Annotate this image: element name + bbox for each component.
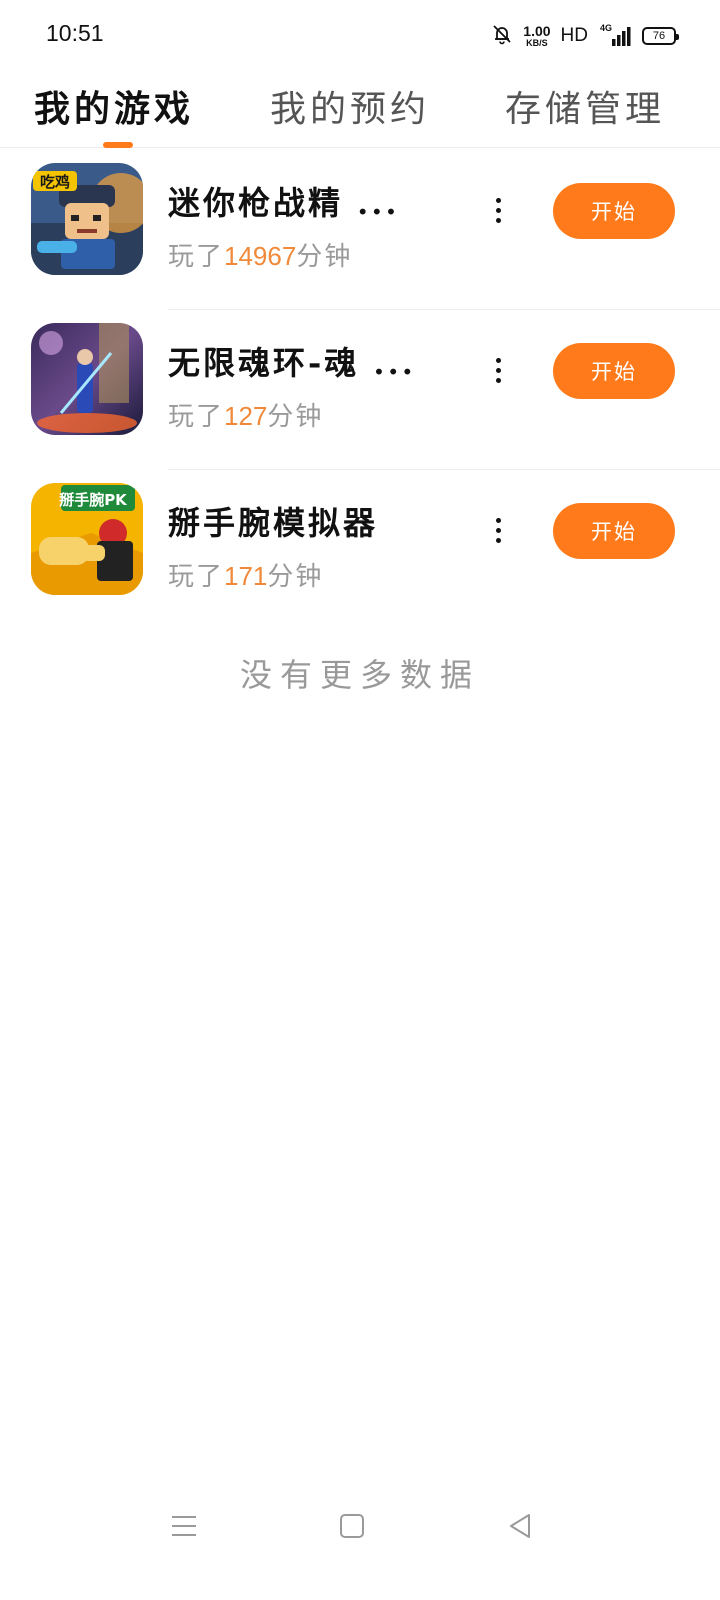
- play-time-suffix: 分钟: [267, 562, 324, 592]
- game-name[interactable]: 迷你枪战精 ...: [168, 178, 400, 224]
- play-time-prefix: 玩了: [168, 242, 225, 272]
- network-speed-unit: KB/S: [526, 38, 548, 48]
- active-tab-indicator: [103, 142, 133, 148]
- dot-icon: [495, 197, 501, 203]
- play-time-minutes: 14967: [224, 241, 297, 271]
- dot-icon: [495, 527, 501, 533]
- more-options-button[interactable]: [486, 512, 510, 548]
- bell-off-icon: [491, 23, 513, 49]
- game-name[interactable]: 掰手腕模拟器: [168, 498, 378, 544]
- game-icon-arm-wrestling-simulator[interactable]: 掰手腕PK: [31, 483, 143, 595]
- play-time-suffix: 分钟: [296, 242, 353, 272]
- play-time: 玩了171分钟: [168, 556, 323, 593]
- signal-icon: 4G: [598, 23, 632, 47]
- start-button[interactable]: 开始: [553, 503, 675, 559]
- game-icon-infinite-soul-ring[interactable]: [31, 323, 143, 435]
- play-time: 玩了127分钟: [168, 396, 323, 433]
- status-time: 10:51: [46, 20, 104, 46]
- system-nav-bar: [0, 1490, 720, 1560]
- game-row[interactable]: 无限魂环-魂 ... 玩了127分钟 开始: [0, 310, 720, 470]
- network-speed-value: 1.00: [523, 23, 551, 39]
- play-time-minutes: 171: [224, 561, 268, 591]
- dot-icon: [495, 537, 501, 543]
- menu-icon[interactable]: [164, 1508, 204, 1544]
- back-icon[interactable]: [500, 1508, 540, 1544]
- dot-icon: [495, 367, 501, 373]
- dot-icon: [495, 517, 501, 523]
- tab-my-games[interactable]: 我的游戏: [34, 80, 194, 132]
- dot-icon: [495, 357, 501, 363]
- start-button[interactable]: 开始: [553, 183, 675, 239]
- game-name[interactable]: 无限魂环-魂 ...: [168, 338, 416, 384]
- play-time: 玩了14967分钟: [168, 236, 352, 273]
- start-button[interactable]: 开始: [553, 343, 675, 399]
- game-row[interactable]: 掰手腕PK 掰手腕模拟器 玩了171分钟 开始: [0, 470, 720, 630]
- game-icon-label: 吃鸡: [40, 173, 70, 191]
- hd-indicator: HD: [560, 25, 588, 46]
- battery-level: 76: [652, 30, 666, 42]
- play-time-suffix: 分钟: [267, 402, 324, 432]
- tab-bar: 我的游戏 我的预约 存储管理: [0, 70, 720, 148]
- game-row[interactable]: 吃鸡 迷你枪战精 ... 玩了14967分钟 开始: [0, 150, 720, 310]
- tab-storage-management[interactable]: 存储管理: [505, 80, 665, 132]
- tab-my-reservations[interactable]: 我的预约: [270, 80, 430, 132]
- status-bar: 10:51 1.00 KB/S HD 4G 76: [0, 0, 720, 70]
- play-time-prefix: 玩了: [168, 402, 225, 432]
- play-time-minutes: 127: [224, 401, 268, 431]
- list-end-text: 没有更多数据: [239, 656, 480, 694]
- game-icon-mini-gun-battle[interactable]: 吃鸡: [31, 163, 143, 275]
- more-options-button[interactable]: [486, 192, 510, 228]
- network-speed: 1.00 KB/S: [523, 24, 550, 48]
- dot-icon: [495, 207, 501, 213]
- more-options-button[interactable]: [486, 352, 510, 388]
- battery-icon: 76: [642, 27, 679, 45]
- game-icon-label: 掰手腕PK: [59, 491, 128, 509]
- home-icon[interactable]: [332, 1508, 372, 1544]
- play-time-prefix: 玩了: [168, 562, 225, 592]
- status-icons: 1.00 KB/S HD 4G 76: [491, 22, 679, 50]
- dot-icon: [495, 377, 501, 383]
- dot-icon: [495, 217, 501, 223]
